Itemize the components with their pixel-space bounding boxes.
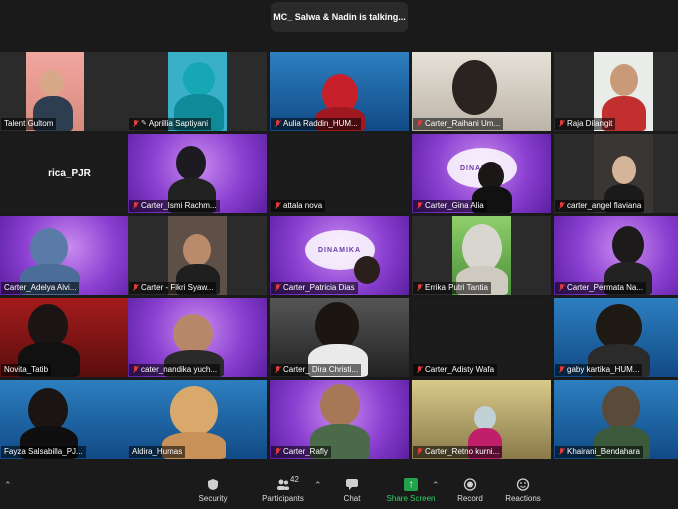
meeting-toolbar: ⌃ Security 42 Participants ⌃ Chat Share … — [0, 470, 678, 509]
participants-chevron-icon[interactable]: ⌃ — [314, 480, 322, 491]
mic-muted-icon — [558, 120, 565, 128]
video-tile[interactable]: Carter_ Dira Christi... — [270, 298, 409, 377]
participant-name: Raja Dilangit — [555, 118, 616, 130]
video-tile[interactable]: Talent Gultom — [0, 52, 139, 131]
participant-name: Carter_Permata Na... — [555, 282, 647, 294]
mic-muted-icon — [132, 120, 139, 128]
mic-muted-icon — [416, 284, 423, 292]
participant-name: Carter_Patricia Dias — [271, 282, 358, 294]
participant-name: Errika Putri Tantia — [413, 282, 491, 294]
participant-name: attala nova — [271, 200, 326, 212]
participant-name: Carter_Adelya Alvi... — [1, 282, 80, 294]
mic-muted-icon — [274, 366, 281, 374]
mic-muted-icon — [558, 202, 565, 210]
top-bar: MC_ Salwa & Nadin is talking... — [0, 0, 678, 50]
mic-muted-icon — [558, 366, 565, 374]
video-tile[interactable]: rica_PJR — [0, 134, 139, 213]
video-tile[interactable]: Fayza Salsabilla_PJ... — [0, 380, 139, 459]
video-gallery: Talent Gultom ✎ Aprillia Saptiyani Aulia … — [0, 52, 678, 459]
participant-name: Novita_Tatib — [1, 364, 52, 376]
share-screen-button[interactable]: Share Screen — [387, 474, 435, 506]
chevron-up-icon[interactable]: ⌃ — [4, 480, 12, 491]
active-speaker-indicator: MC_ Salwa & Nadin is talking... — [271, 2, 408, 32]
video-tile[interactable]: Errika Putri Tantia — [412, 216, 551, 295]
video-tile[interactable]: DINAMIKA Carter_Patricia Dias — [270, 216, 409, 295]
participant-name: Aldira_Humas — [129, 446, 186, 458]
participant-name: cater_nandika yuch... — [129, 364, 221, 376]
security-button[interactable]: Security — [196, 474, 230, 506]
video-tile[interactable]: DINAMIKA Carter_Gina Alia — [412, 134, 551, 213]
chat-icon — [345, 478, 359, 491]
mic-muted-icon — [558, 448, 565, 456]
participant-name: Carter_Adisty Wafa — [413, 364, 498, 376]
video-tile[interactable]: ✎ Aprillia Saptiyani — [128, 52, 267, 131]
participant-name: Talent Gultom — [1, 118, 57, 130]
participants-icon: 42 — [276, 475, 299, 491]
mic-muted-icon — [274, 448, 281, 456]
record-icon — [463, 477, 477, 491]
video-tile[interactable]: carter_angel flaviana — [554, 134, 678, 213]
mic-muted-icon — [274, 120, 281, 128]
participant-name: Carter - Fikri Syaw... — [129, 282, 217, 294]
mic-muted-icon — [416, 120, 423, 128]
video-tile[interactable]: Novita_Tatib — [0, 298, 139, 377]
video-tile[interactable]: Khairani_Bendahara — [554, 380, 678, 459]
chat-button[interactable]: Chat — [340, 474, 364, 506]
mic-muted-icon — [416, 448, 423, 456]
mic-muted-icon — [132, 284, 139, 292]
participant-name: Carter_Rafly — [271, 446, 331, 458]
participant-name-center: rica_PJR — [48, 168, 91, 179]
video-tile[interactable]: Aulia Raddin_HUM... — [270, 52, 409, 131]
participant-name: gaby kartika_HUM... — [555, 364, 643, 376]
video-tile[interactable]: Carter - Fikri Syaw... — [128, 216, 267, 295]
participant-name: Carter_ Dira Christi... — [271, 364, 362, 376]
participant-name: carter_angel flaviana — [555, 200, 645, 212]
pin-icon: ✎ — [141, 120, 147, 127]
mic-muted-icon — [274, 284, 281, 292]
video-tile[interactable]: Carter_Raihani Um... — [412, 52, 551, 131]
participants-button[interactable]: 42 Participants — [260, 474, 306, 506]
video-tile[interactable]: Carter_Permata Na... — [554, 216, 678, 295]
record-button[interactable]: Record — [456, 474, 484, 506]
smiley-icon — [516, 477, 530, 491]
video-tile[interactable]: cater_nandika yuch... — [128, 298, 267, 377]
participant-name: Carter_Ismi Rachm... — [129, 200, 220, 212]
participant-name: Aulia Raddin_HUM... — [271, 118, 361, 130]
mic-muted-icon — [274, 202, 281, 210]
video-tile[interactable]: Raja Dilangit — [554, 52, 678, 131]
video-tile[interactable]: attala nova — [270, 134, 409, 213]
mic-muted-icon — [416, 366, 423, 374]
video-tile[interactable]: Carter_Retno kurni... — [412, 380, 551, 459]
participant-name: ✎ Aprillia Saptiyani — [129, 118, 212, 130]
mic-muted-icon — [132, 366, 139, 374]
participant-name: Carter_Raihani Um... — [413, 118, 504, 130]
share-chevron-icon[interactable]: ⌃ — [432, 480, 440, 491]
video-tile[interactable]: Carter_Ismi Rachm... — [128, 134, 267, 213]
participant-name: Carter_Retno kurni... — [413, 446, 503, 458]
participant-name: Khairani_Bendahara — [555, 446, 643, 458]
video-tile[interactable]: Aldira_Humas — [128, 380, 267, 459]
video-tile[interactable]: Carter_Adelya Alvi... — [0, 216, 139, 295]
mic-muted-icon — [132, 202, 139, 210]
mic-muted-icon — [416, 202, 423, 210]
participant-name: Fayza Salsabilla_PJ... — [1, 446, 86, 458]
video-tile[interactable]: Carter_Rafly — [270, 380, 409, 459]
video-tile[interactable]: gaby kartika_HUM... — [554, 298, 678, 377]
mic-muted-icon — [558, 284, 565, 292]
video-tile[interactable]: Carter_Adisty Wafa — [412, 298, 551, 377]
share-screen-icon — [404, 477, 418, 491]
reactions-button[interactable]: Reactions — [504, 474, 542, 506]
participant-name: Carter_Gina Alia — [413, 200, 487, 212]
participants-count: 42 — [290, 474, 299, 484]
shield-icon — [206, 478, 220, 491]
